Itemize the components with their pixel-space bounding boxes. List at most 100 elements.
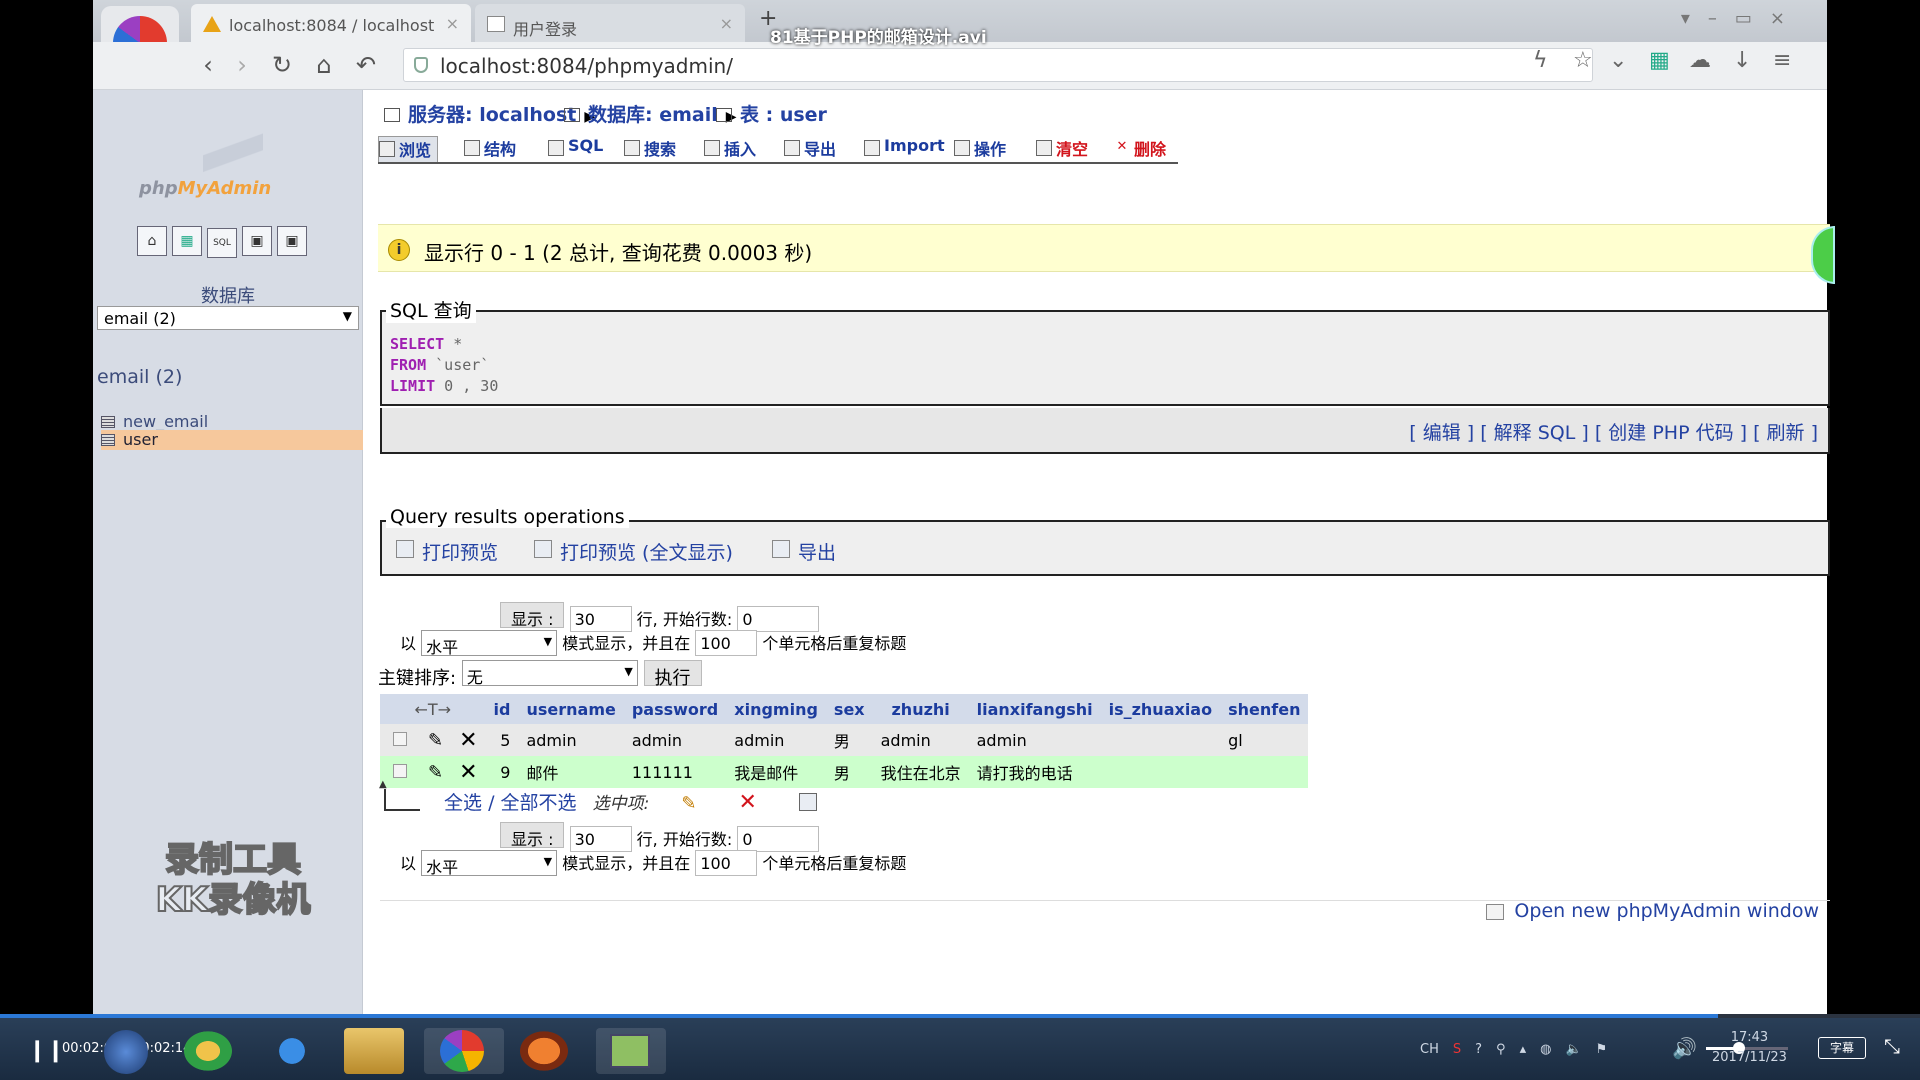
start-button[interactable] [104,1030,148,1074]
rows-input[interactable]: 30 [569,826,632,852]
tab-login[interactable]: 用户登录 × [475,4,745,42]
taskbar-app-1[interactable] [180,1028,236,1074]
repeat-headers-input[interactable]: 100 [695,850,758,876]
edit-icon[interactable]: ✎ [420,724,452,756]
delete-icon[interactable]: ✕ [451,724,486,756]
taskbar-app-6[interactable] [596,1028,666,1074]
tab-empty[interactable]: 清空 [1036,136,1088,162]
refresh-link[interactable]: 刷新 [1767,422,1805,444]
show-button[interactable]: 显示 : [500,602,565,629]
ime-indicator[interactable]: CH [1420,1042,1439,1057]
flag-icon[interactable]: ⚑ [1596,1042,1608,1057]
start-row-input[interactable]: 0 [737,606,820,632]
pma-logo[interactable]: phpMyAdmin [93,90,363,220]
tab-export[interactable]: 导出 [784,136,836,162]
row-checkbox[interactable] [393,731,407,746]
menu-icon[interactable]: ≡ [1773,48,1791,73]
chevron-down-icon[interactable]: ⌄ [1609,48,1627,73]
mode-select[interactable]: 水平 ▼ [421,850,558,877]
undo-icon[interactable]: ↶ [349,48,383,82]
col-header-password[interactable]: password [623,694,727,724]
edit-selected-icon[interactable]: ✎ [681,793,696,814]
row-checkbox-cell[interactable] [380,724,420,756]
col-header-xingming[interactable]: xingming [726,694,826,724]
row-checkbox[interactable] [393,763,407,778]
tab-drop[interactable]: ✕ 删除 [1114,136,1166,162]
start-row-input[interactable]: 0 [737,826,820,852]
star-icon[interactable]: ☆ [1573,48,1593,73]
col-header-shenfen[interactable]: shenfen [1220,694,1309,724]
sql-icon[interactable]: SQL [207,228,237,258]
breadcrumb-table[interactable]: 表 : user [716,100,827,127]
sort-select[interactable]: 无 ▼ [461,660,638,687]
databases-icon[interactable]: ▦ [172,226,202,256]
address-bar[interactable]: localhost:8084/phpmyadmin/ [403,48,1593,82]
forward-icon[interactable]: › [225,48,259,82]
tab-structure[interactable]: 结构 [464,136,516,162]
col-header-username[interactable]: username [518,694,624,724]
pause-icon[interactable]: ❙❙ [28,1038,65,1063]
tab-insert[interactable]: 插入 [704,136,756,162]
delete-selected-icon[interactable]: ✕ [739,790,757,815]
rows-input[interactable]: 30 [569,606,632,632]
lightning-icon[interactable]: ϟ [1533,48,1548,73]
window-controls[interactable]: ▾–▭× [1681,8,1803,29]
reload-icon[interactable]: ↻ [265,48,299,82]
column-arrows[interactable]: ←T→ [380,694,486,724]
open-new-window-link[interactable]: Open new phpMyAdmin window [1486,900,1819,922]
create-php-link[interactable]: 创建 PHP 代码 [1608,422,1733,444]
sidebar-table-user[interactable]: user [101,430,363,450]
edit-icon[interactable]: ✎ [420,756,452,788]
show-button[interactable]: 显示 : [500,822,565,849]
back-icon[interactable]: ‹ [191,48,225,82]
show-hidden-icon[interactable]: ▴ [1520,1042,1527,1057]
taskbar-ie-icon[interactable] [264,1028,320,1074]
execute-button[interactable]: 执行 [643,660,702,689]
export-results-link[interactable]: 导出 [772,538,836,565]
tab-browse[interactable]: 浏览 [378,136,439,162]
tab-phpmyadmin[interactable]: localhost:8084 / localhost × [191,4,471,42]
database-select[interactable]: email (2) ▼ [97,306,359,330]
network-icon[interactable]: ⚲ [1496,1042,1506,1057]
close-icon[interactable]: × [446,14,459,33]
sidebar-table-new-email[interactable]: new_email [101,412,363,432]
cloud-icon[interactable]: ☁ [1689,48,1711,73]
taskbar-browser-icon[interactable] [424,1028,504,1074]
col-header-zhuzhi[interactable]: zhuzhi [872,694,969,724]
repeat-headers-input[interactable]: 100 [695,630,758,656]
col-header-is-zhuaxiao[interactable]: is_zhuaxiao [1100,694,1221,724]
database-name-link[interactable]: email (2) [97,366,182,388]
globe-icon[interactable]: ◍ [1540,1042,1551,1057]
taskbar-explorer-icon[interactable] [344,1028,404,1074]
tab-import[interactable]: Import [864,136,945,162]
print-view-full-link[interactable]: 打印预览 (全文显示) [534,538,733,565]
col-header-id[interactable]: id [485,694,519,724]
volume-icon[interactable]: 🔊 [1672,1036,1697,1060]
tab-sql[interactable]: SQL [548,136,603,162]
col-header-lianxifangshi[interactable]: lianxifangshi [968,694,1101,724]
docs-icon[interactable]: ▣ [242,226,272,256]
breadcrumb-database[interactable]: 数据库: email ▶ [564,100,737,127]
home-icon[interactable]: ⌂ [307,48,341,82]
explain-sql-link[interactable]: 解释 SQL [1494,422,1576,444]
export-selected-icon[interactable] [798,793,817,811]
edit-sql-link[interactable]: 编辑 [1423,422,1461,444]
home-icon[interactable]: ⌂ [137,226,167,256]
mode-select[interactable]: 水平 ▼ [421,630,558,657]
close-icon[interactable]: × [720,14,733,33]
download-icon[interactable]: ↓ [1733,48,1751,73]
tab-operations[interactable]: 操作 [954,136,1006,162]
sogou-icon[interactable]: S [1453,1042,1461,1057]
apps-icon[interactable]: ▦ [1649,48,1670,73]
docs-alt-icon[interactable]: ▣ [277,226,307,256]
subtitle-button[interactable]: 字幕 [1818,1037,1866,1059]
help-icon[interactable]: ? [1475,1042,1482,1057]
check-all-link[interactable]: 全选 / 全部不选 [444,792,576,814]
col-header-sex[interactable]: sex [825,694,873,724]
print-view-link[interactable]: 打印预览 [396,538,498,565]
speaker-icon[interactable]: 🔈 [1565,1042,1581,1057]
exit-fullscreen-icon[interactable]: ⤡ [1884,1034,1900,1058]
delete-icon[interactable]: ✕ [451,756,486,788]
taskbar-app-5[interactable] [516,1028,572,1074]
tab-search[interactable]: 搜索 [624,136,676,162]
